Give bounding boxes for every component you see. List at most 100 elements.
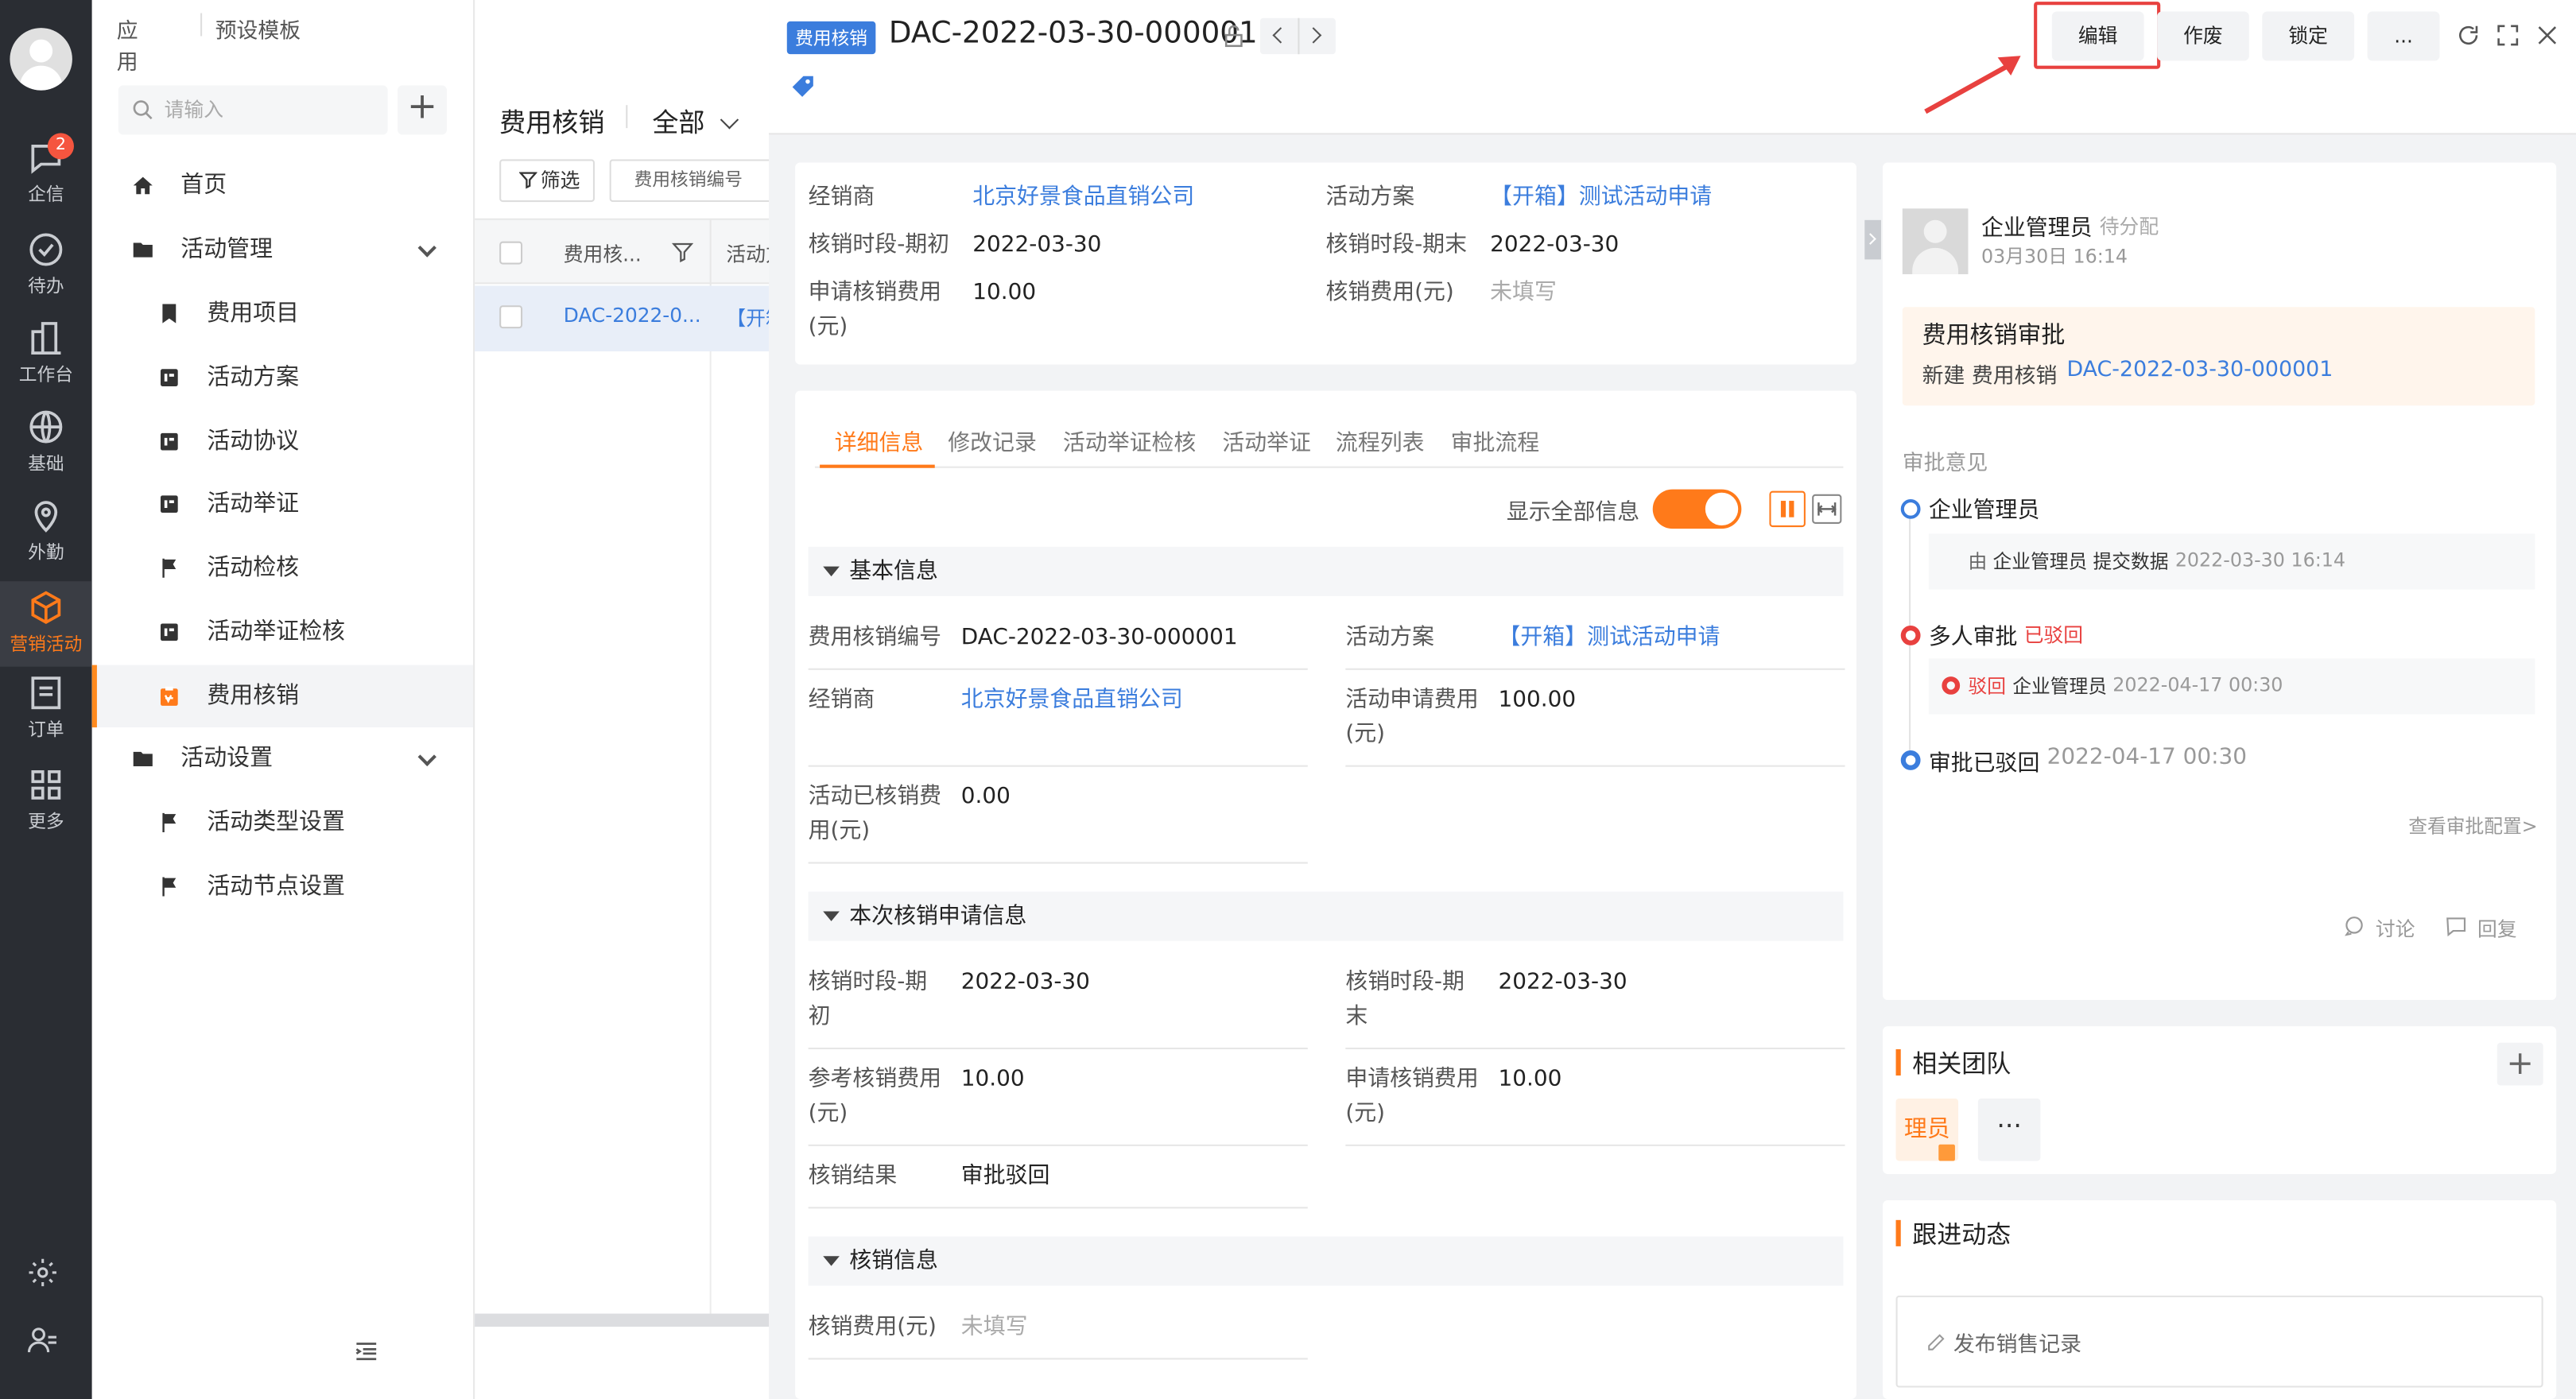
dealer-link[interactable]: 北京好景食品直销公司	[972, 180, 1194, 215]
edit-pen-icon	[1928, 1334, 1945, 1351]
approval-time: 03月30日 16:14	[1980, 244, 2128, 268]
field-select[interactable]: 费用核销编号	[609, 159, 771, 203]
clipboard-icon	[160, 686, 178, 706]
view-approval-config-link[interactable]: 查看审批配置>	[2408, 813, 2537, 839]
nav-item-expense-item[interactable]: 费用项目	[92, 282, 473, 344]
side-collapse-handle[interactable]	[1864, 219, 1881, 260]
expand-view-button[interactable]	[1812, 494, 1842, 524]
node-submitter: 企业管理员	[1928, 497, 2040, 524]
tab-proof-check[interactable]: 活动举证检核	[1063, 424, 1196, 456]
table-icon	[160, 369, 178, 386]
nav-item-activity-proof[interactable]: 活动举证	[92, 473, 473, 535]
rail-item-marketing[interactable]: 营销活动	[0, 581, 92, 667]
nav-item-type-settings[interactable]: 活动类型设置	[92, 792, 473, 854]
chevron-down-icon	[417, 747, 436, 766]
section-apply-info[interactable]: 本次核销申请信息	[808, 891, 1844, 941]
select-all-checkbox[interactable]	[499, 241, 523, 265]
nav-item-expense-writeoff[interactable]: 费用核销	[91, 665, 474, 728]
user-settings-icon[interactable]	[26, 1323, 59, 1356]
timeline-dot	[1900, 498, 1921, 519]
opinion-label: 审批意见	[1902, 451, 1988, 477]
lock-button[interactable]: 锁定	[2262, 11, 2355, 61]
nav-item-activity-plan[interactable]: 活动方案	[92, 347, 473, 409]
table-header: 费用核... 活动方	[475, 218, 786, 286]
collapse-menu-icon[interactable]	[353, 1339, 379, 1365]
scope-select[interactable]: 全部	[652, 100, 739, 140]
post-sales-record-input[interactable]: 发布销售记录	[1895, 1295, 2543, 1388]
section-basic-info[interactable]: 基本信息	[808, 546, 1844, 596]
reply-icon[interactable]	[2445, 915, 2468, 938]
rail-item-todo[interactable]: 待办	[0, 230, 92, 319]
team-card: 相关团队 + 理员 ···	[1883, 1026, 2557, 1174]
rail-item-field[interactable]: 外勤	[0, 496, 92, 585]
table-row[interactable]: DAC-2022-0... 【开箱	[475, 285, 786, 352]
grid-icon	[31, 770, 61, 800]
prev-record-icon[interactable]	[1272, 27, 1289, 44]
nav-item-activity-agreement[interactable]: 活动协议	[92, 410, 473, 472]
record-title: DAC-2022-03-30-000001	[888, 16, 1258, 52]
node-detail: 驳回 企业管理员 2022-04-17 00:30	[1928, 658, 2535, 715]
search-icon	[133, 100, 153, 120]
show-all-label: 显示全部信息	[1506, 498, 1640, 526]
filter-button[interactable]: 筛选	[499, 159, 596, 203]
section-accent	[1895, 1219, 1901, 1246]
fullscreen-icon[interactable]	[2496, 23, 2520, 48]
column-bar-icon	[1789, 501, 1794, 517]
approval-record-link[interactable]: DAC-2022-03-30-000001	[2066, 358, 2333, 382]
unlock-icon[interactable]	[1220, 23, 1247, 49]
two-column-view-button[interactable]	[1769, 490, 1806, 528]
nav-item-proof-check[interactable]: 活动举证检核	[92, 601, 473, 663]
void-button[interactable]: 作废	[2157, 11, 2249, 61]
check-circle-icon	[29, 233, 63, 266]
rail-item-more[interactable]: 更多	[0, 765, 92, 855]
expand-horizontal-icon	[1817, 502, 1837, 516]
avatar[interactable]	[10, 28, 72, 91]
horizontal-scrollbar[interactable]	[475, 1313, 771, 1327]
more-members-button[interactable]: ···	[1977, 1098, 2041, 1161]
tab-proof[interactable]: 活动举证	[1222, 424, 1311, 456]
field-dealer-link[interactable]: 北京好景食品直销公司	[961, 683, 1183, 717]
search-input[interactable]: 请输入	[118, 85, 388, 135]
nav-group-activity-settings[interactable]: 活动设置	[92, 727, 473, 789]
nav-item-activity-check[interactable]: 活动检核	[92, 537, 473, 599]
tag-label-icon[interactable]	[790, 74, 817, 100]
discuss-icon[interactable]	[2343, 915, 2366, 938]
nav-group-activity-mgmt[interactable]: 活动管理	[92, 219, 473, 281]
discuss-button[interactable]: 讨论	[2376, 915, 2415, 943]
rail-item-orders[interactable]: 订单	[0, 673, 92, 762]
row-checkbox[interactable]	[499, 305, 523, 329]
settings-gear-icon[interactable]	[26, 1256, 59, 1289]
apps-link[interactable]: 应用	[117, 14, 138, 76]
section-writeoff-info[interactable]: 核销信息	[808, 1236, 1844, 1286]
refresh-icon[interactable]	[2456, 23, 2481, 48]
rail-item-messages[interactable]: 企信 2	[0, 133, 92, 227]
templates-link[interactable]: 预设模板	[215, 14, 301, 45]
approver-name: 企业管理员	[1980, 215, 2093, 242]
show-all-toggle[interactable]	[1652, 489, 1742, 529]
add-team-member-button[interactable]: +	[2496, 1042, 2543, 1086]
tab-approval-flow[interactable]: 审批流程	[1451, 424, 1540, 456]
reply-button[interactable]: 回复	[2477, 915, 2517, 943]
more-actions-button[interactable]: ...	[2367, 11, 2440, 61]
follow-title: 跟进动态	[1912, 1219, 2012, 1250]
add-button[interactable]: +	[398, 85, 448, 135]
rail-item-base[interactable]: 基础	[0, 407, 92, 496]
divider	[626, 105, 628, 129]
tab-process-list[interactable]: 流程列表	[1336, 424, 1425, 456]
unread-badge: 2	[47, 133, 74, 160]
field-plan-link[interactable]: 【开箱】测试活动申请	[1498, 621, 1720, 655]
approval-title: 费用核销审批	[1922, 323, 2066, 351]
tab-change-log[interactable]: 修改记录	[948, 424, 1037, 456]
nav-item-home[interactable]: 首页	[92, 154, 473, 216]
field-code: DAC-2022-03-30-000001	[960, 623, 1238, 651]
rail-item-workbench[interactable]: 工作台	[0, 319, 92, 408]
tab-detail[interactable]: 详细信息	[835, 424, 924, 456]
globe-icon	[29, 410, 63, 444]
close-icon[interactable]	[2535, 23, 2559, 48]
row-code-link[interactable]: DAC-2022-0...	[564, 304, 701, 327]
next-record-icon[interactable]	[1305, 27, 1322, 44]
plan-link[interactable]: 【开箱】测试活动申请	[1490, 180, 1712, 215]
nav-item-node-settings[interactable]: 活动节点设置	[92, 855, 473, 917]
column-header-code[interactable]: 费用核...	[564, 240, 642, 268]
column-filter-icon[interactable]	[672, 242, 693, 263]
